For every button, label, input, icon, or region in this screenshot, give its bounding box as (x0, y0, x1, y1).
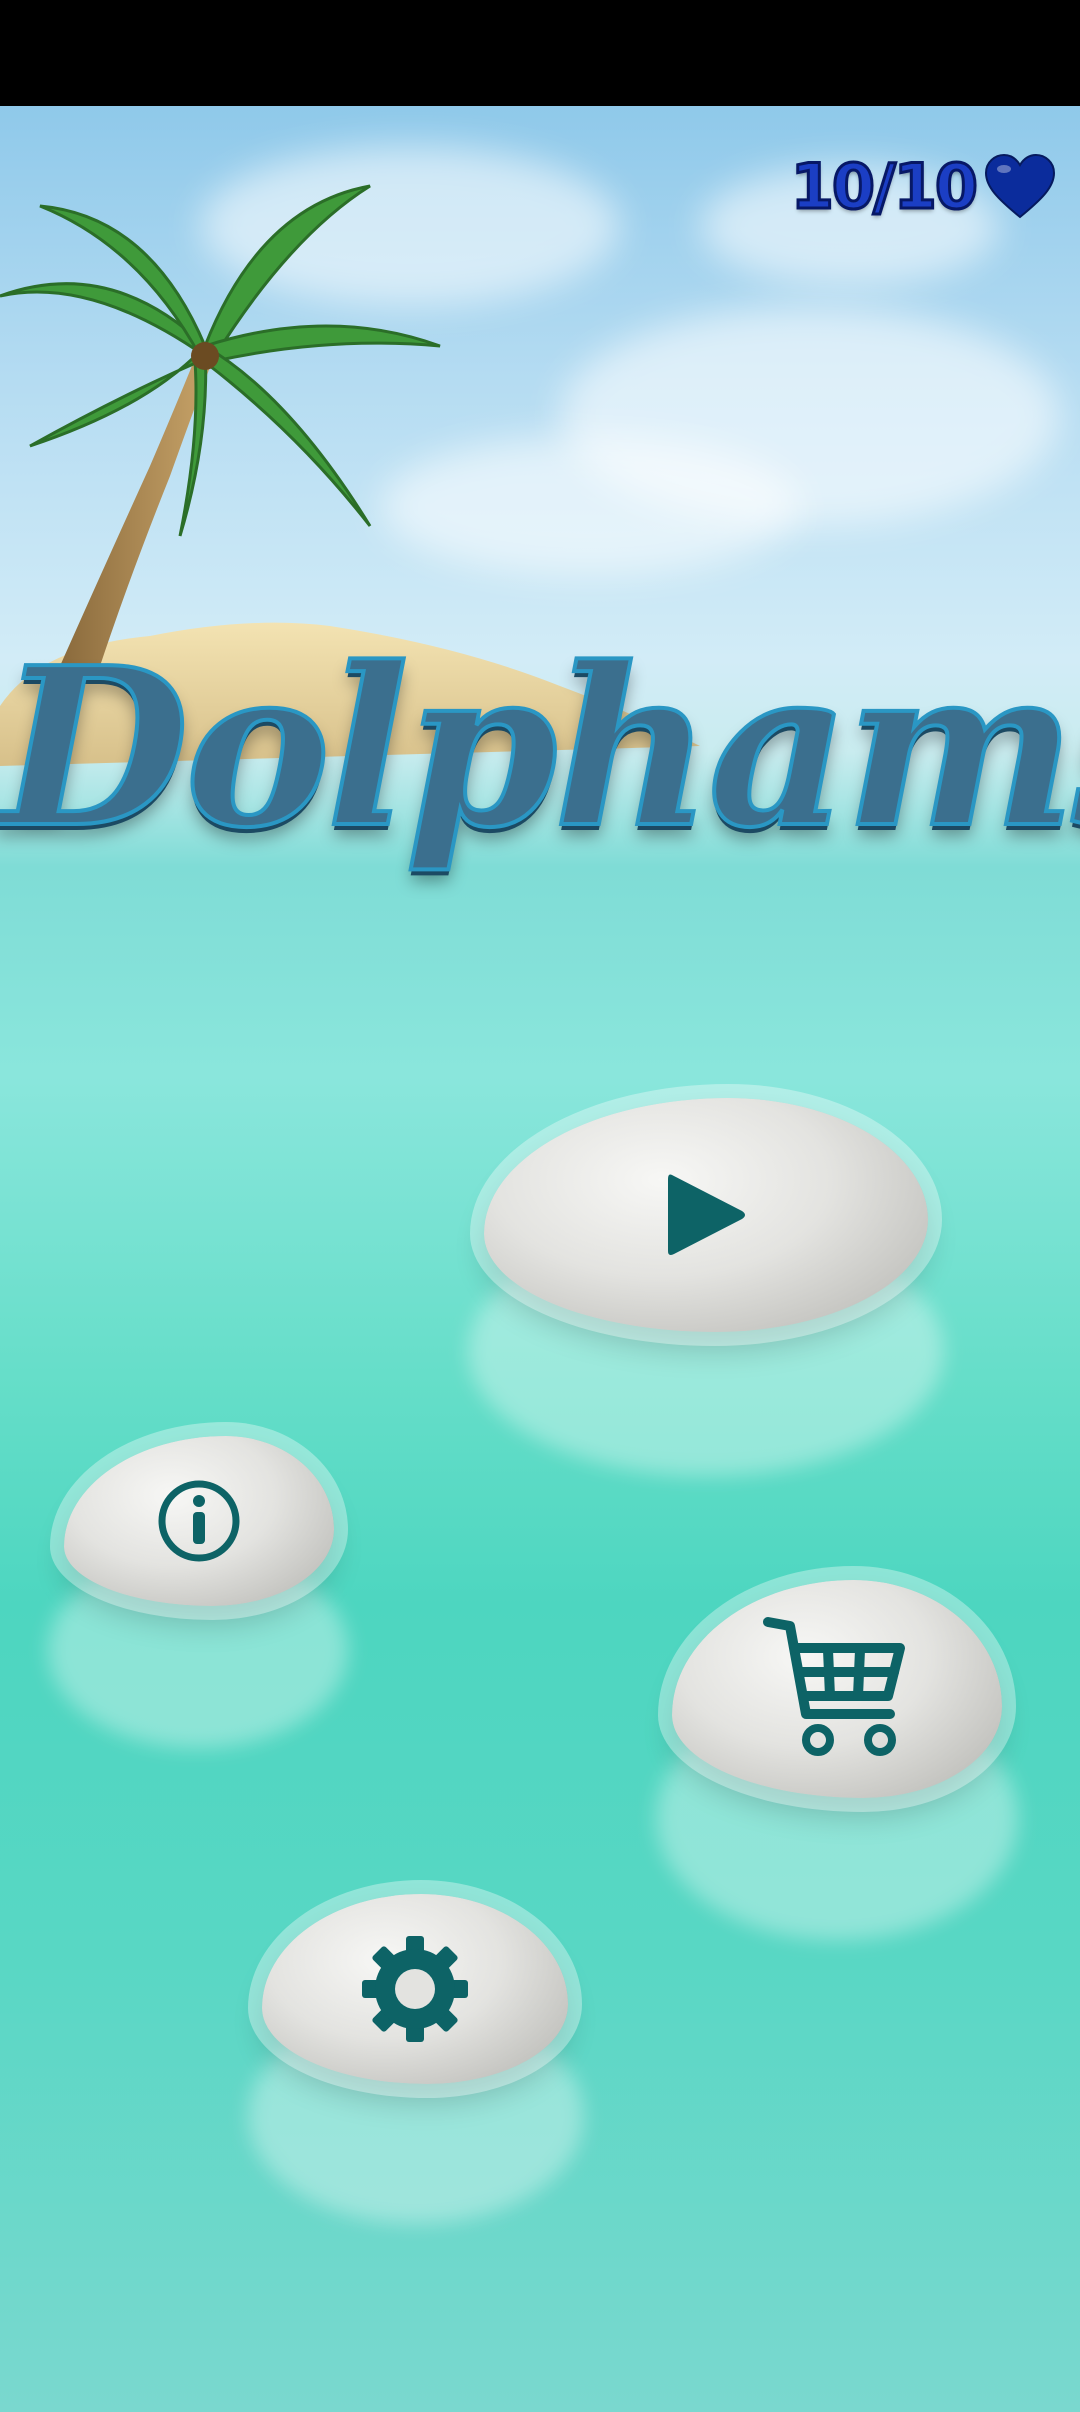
shop-button[interactable] (672, 1580, 1002, 1798)
info-button[interactable] (64, 1436, 334, 1606)
play-button[interactable] (484, 1098, 928, 1332)
info-icon (158, 1480, 240, 1562)
lives-counter: 10/10 (789, 149, 1056, 225)
game-background: Dolphams (0, 106, 1080, 2412)
play-icon (668, 1174, 745, 1255)
lives-count: 10/10 (789, 149, 979, 225)
heart-icon (984, 153, 1056, 218)
cart-icon (763, 1617, 905, 1756)
game-title: Dolphams (0, 618, 1080, 878)
gear-icon (362, 1936, 468, 2042)
status-bar (0, 0, 1080, 106)
settings-button[interactable] (262, 1894, 568, 2084)
